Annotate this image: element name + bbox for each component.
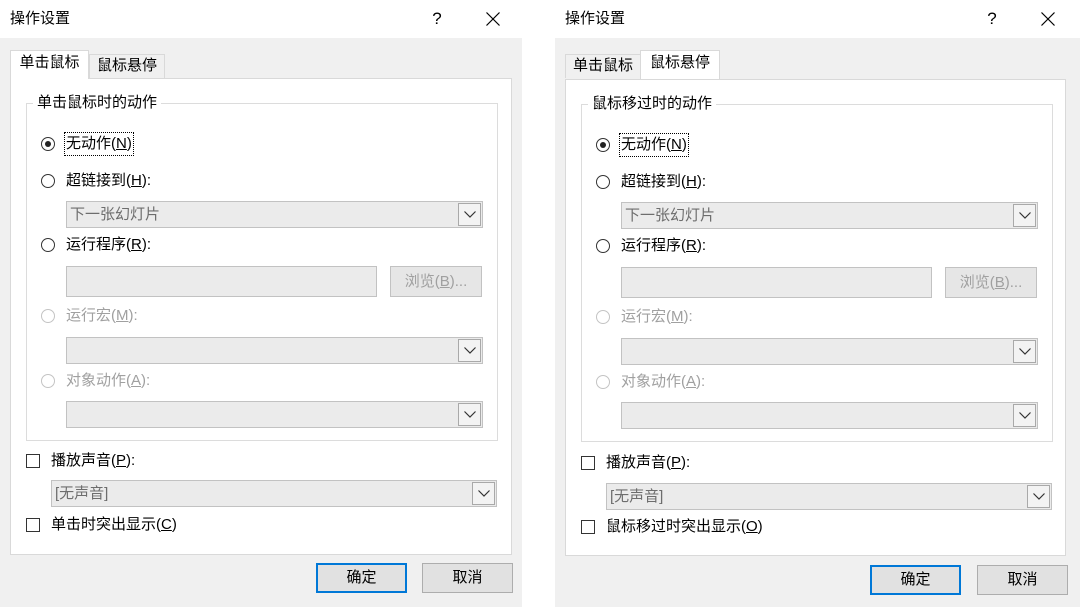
radio-run-macro-label[interactable]: 运行宏(M): [621,307,693,327]
radio-run-macro[interactable] [596,310,610,324]
dropdown-button[interactable] [1013,204,1036,227]
radio-no-action-label[interactable]: 无动作(N) [64,132,134,156]
object-action-dropdown[interactable] [66,401,483,428]
highlight-checkbox[interactable] [581,520,595,534]
chevron-down-icon [464,347,476,354]
tab-panel: 鼠标移过时的动作 无动作(N) 超链接到(H): 下一张幻灯片 运行程序(R):… [565,79,1066,556]
play-sound-label[interactable]: 播放声音(P): [606,453,690,473]
title-bar: 操作设置 ? [555,0,1080,38]
chevron-down-icon [1033,493,1045,500]
close-button[interactable] [482,8,504,30]
action-settings-dialog-hover: 操作设置 ? 单击鼠标 鼠标悬停 鼠标移过时的动作 无动作(N) 超链接到(H)… [555,0,1080,607]
close-icon [1041,12,1055,26]
dropdown-button[interactable] [458,203,481,226]
dropdown-button[interactable] [458,403,481,426]
radio-object-action[interactable] [41,374,55,388]
radio-run-program-label[interactable]: 运行程序(R): [621,236,706,256]
macro-dropdown[interactable] [621,338,1038,365]
program-path-input[interactable] [66,266,377,297]
radio-no-action-label[interactable]: 无动作(N) [619,133,689,157]
close-button[interactable] [1037,8,1059,30]
group-title: 单击鼠标时的动作 [33,93,162,113]
sound-value: [无声音] [610,488,664,505]
play-sound-checkbox[interactable] [26,454,40,468]
play-sound-checkbox[interactable] [581,456,595,470]
hyperlink-target-dropdown[interactable]: 下一张幻灯片 [66,201,483,228]
radio-hyperlink[interactable] [41,174,55,188]
radio-object-action[interactable] [596,375,610,389]
browse-button[interactable]: 浏览(B)... [390,266,482,297]
radio-object-action-label[interactable]: 对象动作(A): [621,372,705,392]
chevron-down-icon [1019,348,1031,355]
tab-mouse-click[interactable]: 单击鼠标 [565,54,641,78]
radio-run-program-label[interactable]: 运行程序(R): [66,235,151,255]
sound-value: [无声音] [55,485,109,502]
radio-run-macro-label[interactable]: 运行宏(M): [66,306,138,326]
radio-hyperlink[interactable] [596,175,610,189]
chevron-down-icon [464,411,476,418]
radio-run-program[interactable] [596,239,610,253]
chevron-down-icon [1019,412,1031,419]
tab-mouse-over[interactable]: 鼠标悬停 [640,50,720,79]
action-group: 鼠标移过时的动作 无动作(N) 超链接到(H): 下一张幻灯片 运行程序(R):… [581,94,1053,442]
program-path-input[interactable] [621,267,932,298]
action-settings-dialog-click: 操作设置 ? 单击鼠标 鼠标悬停 单击鼠标时的动作 无动作(N) 超链接到(H)… [0,0,522,607]
highlight-label[interactable]: 单击时突出显示(C) [51,515,177,535]
radio-run-macro[interactable] [41,309,55,323]
ok-button[interactable]: 确定 [870,565,961,595]
browse-button[interactable]: 浏览(B)... [945,267,1037,298]
object-action-dropdown[interactable] [621,402,1038,429]
hyperlink-target-dropdown[interactable]: 下一张幻灯片 [621,202,1038,229]
tab-label: 单击鼠标 [19,54,80,71]
dropdown-button[interactable] [1013,340,1036,363]
cancel-button[interactable]: 取消 [422,563,513,593]
play-sound-label[interactable]: 播放声音(P): [51,451,135,471]
title-bar: 操作设置 ? [0,0,522,38]
radio-run-program[interactable] [41,238,55,252]
radio-no-action[interactable] [41,137,55,151]
action-group: 单击鼠标时的动作 无动作(N) 超链接到(H): 下一张幻灯片 运行程序(R):… [26,93,498,441]
radio-object-action-label[interactable]: 对象动作(A): [66,371,150,391]
tab-label: 鼠标悬停 [96,57,157,74]
radio-hyperlink-label[interactable]: 超链接到(H): [621,172,706,192]
help-button[interactable]: ? [429,8,445,30]
hyperlink-target-value: 下一张幻灯片 [625,207,716,224]
dialog-title: 操作设置 [10,10,71,27]
chevron-down-icon [464,211,476,218]
tab-mouse-click[interactable]: 单击鼠标 [10,50,89,79]
radio-hyperlink-label[interactable]: 超链接到(H): [66,171,151,191]
help-button[interactable]: ? [984,8,1000,30]
highlight-checkbox[interactable] [26,518,40,532]
cancel-button[interactable]: 取消 [977,565,1068,595]
dialog-title: 操作设置 [565,10,626,27]
tab-mouse-over[interactable]: 鼠标悬停 [89,54,165,78]
dropdown-button[interactable] [472,482,495,505]
macro-dropdown[interactable] [66,337,483,364]
highlight-label[interactable]: 鼠标移过时突出显示(O) [606,517,763,537]
dropdown-button[interactable] [1027,485,1050,508]
tab-panel: 单击鼠标时的动作 无动作(N) 超链接到(H): 下一张幻灯片 运行程序(R):… [10,78,512,555]
group-title: 鼠标移过时的动作 [588,94,717,114]
dropdown-button[interactable] [458,339,481,362]
tab-label: 鼠标悬停 [649,54,710,71]
hyperlink-target-value: 下一张幻灯片 [70,206,161,223]
ok-button[interactable]: 确定 [316,563,407,593]
chevron-down-icon [478,490,490,497]
sound-dropdown[interactable]: [无声音] [606,483,1052,510]
dropdown-button[interactable] [1013,404,1036,427]
chevron-down-icon [1019,212,1031,219]
radio-no-action[interactable] [596,138,610,152]
sound-dropdown[interactable]: [无声音] [51,480,497,507]
tab-label: 单击鼠标 [572,57,633,74]
close-icon [486,12,500,26]
